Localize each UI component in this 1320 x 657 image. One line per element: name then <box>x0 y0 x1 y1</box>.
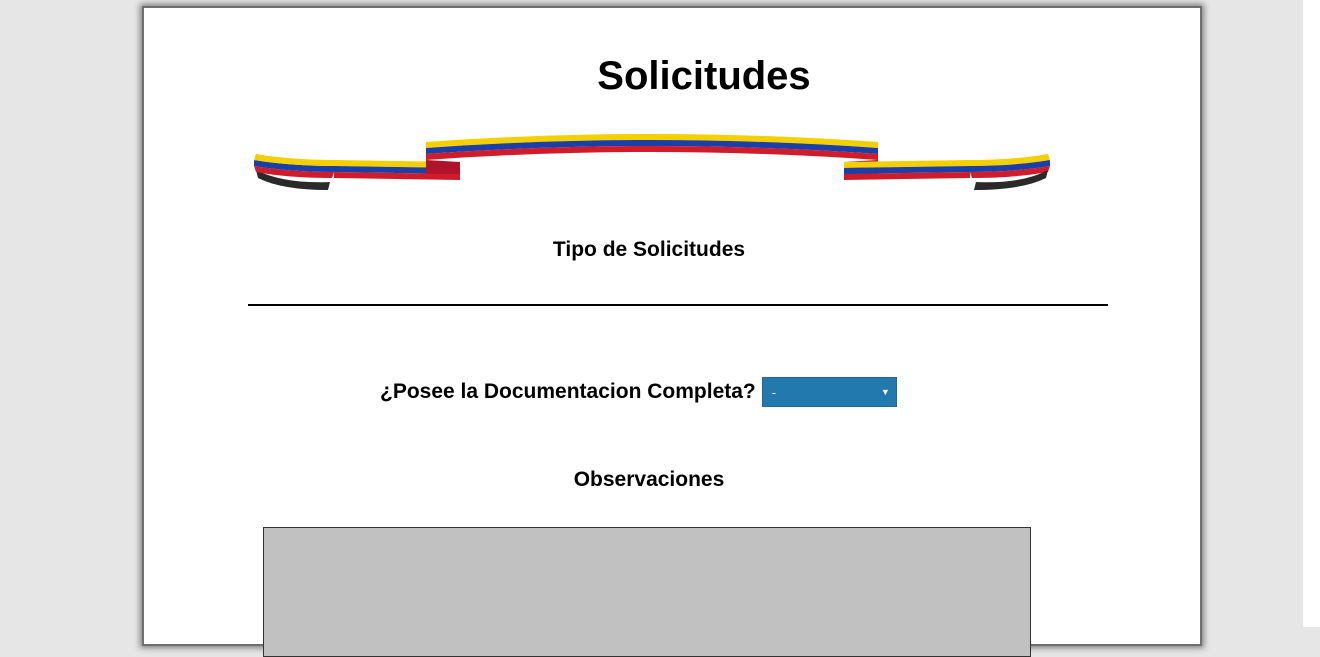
section-subtitle: Tipo de Solicitudes <box>552 238 746 261</box>
documentation-row: ¿Posee la Documentacion Completa? - ▼ <box>380 376 897 408</box>
documentation-select-value: - <box>771 385 777 400</box>
flag-ribbon-icon <box>254 134 1050 190</box>
documentation-label: ¿Posee la Documentacion Completa? <box>380 380 756 403</box>
form-sheet: Solicitudes Tipo de Solicitudes ¿Posee l… <box>142 6 1202 657</box>
divider <box>248 304 1108 306</box>
documentation-select[interactable]: - ▼ <box>761 377 897 407</box>
page-title: Solicitudes <box>597 54 811 98</box>
observations-textarea[interactable] <box>263 527 1031 657</box>
scrollbar[interactable] <box>1303 0 1320 627</box>
observations-label: Observaciones <box>573 468 725 491</box>
chevron-down-icon: ▼ <box>880 387 890 397</box>
